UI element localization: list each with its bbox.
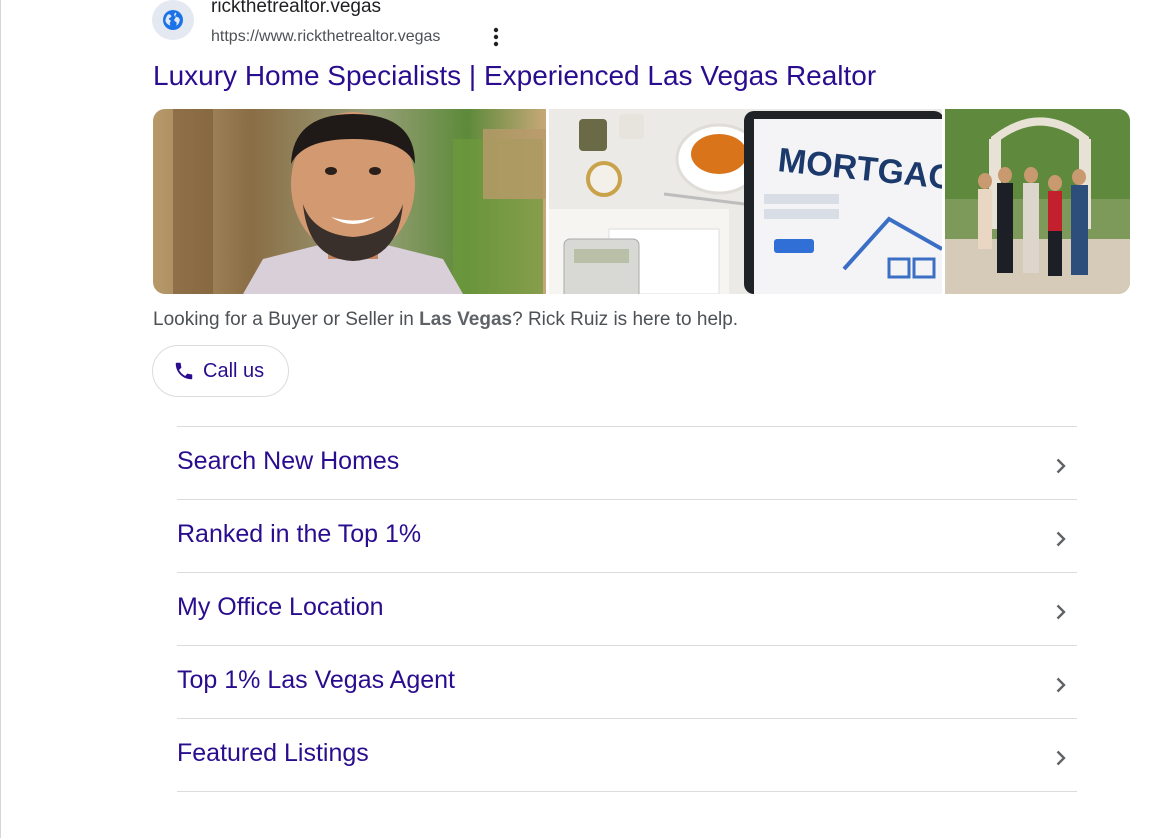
chevron-right-icon bbox=[1051, 529, 1071, 549]
phone-icon bbox=[175, 362, 193, 380]
result-snippet: Looking for a Buyer or Seller in Las Veg… bbox=[153, 309, 738, 331]
sitelink-label: Ranked in the Top 1% bbox=[177, 520, 422, 548]
snippet-text-before: Looking for a Buyer or Seller in bbox=[153, 309, 420, 330]
sitelink-label: Featured Listings bbox=[177, 739, 369, 767]
sitelinks-list: Search New Homes Ranked in the Top 1% My… bbox=[177, 426, 1077, 792]
call-us-button[interactable]: Call us bbox=[152, 345, 289, 397]
chevron-right-icon bbox=[1051, 748, 1071, 768]
sitelink-office-location[interactable]: My Office Location bbox=[177, 573, 1077, 646]
call-us-label: Call us bbox=[203, 359, 265, 382]
sitelink-featured-listings[interactable]: Featured Listings bbox=[177, 719, 1077, 792]
sitelink-label: My Office Location bbox=[177, 593, 384, 621]
image-strip: MORTGAG bbox=[153, 109, 1130, 294]
site-favicon[interactable] bbox=[152, 0, 194, 40]
snippet-bold-term: Las Vegas bbox=[419, 309, 513, 330]
search-result-page: rickthetrealtor.vegas https://www.rickth… bbox=[0, 0, 1156, 838]
more-vert-icon bbox=[493, 27, 499, 47]
sitelink-ranked-top-1[interactable]: Ranked in the Top 1% bbox=[177, 500, 1077, 573]
result-title-link[interactable]: Luxury Home Specialists | Experienced La… bbox=[153, 60, 876, 92]
sitelink-top-agent[interactable]: Top 1% Las Vegas Agent bbox=[177, 646, 1077, 719]
sitelink-label: Search New Homes bbox=[177, 447, 400, 475]
sitelink-search-new-homes[interactable]: Search New Homes bbox=[177, 427, 1077, 500]
more-options-button[interactable] bbox=[485, 25, 507, 49]
globe-icon bbox=[163, 10, 183, 30]
snippet-text-after: ? Rick Ruiz is here to help. bbox=[512, 309, 739, 330]
chevron-right-icon bbox=[1051, 602, 1071, 622]
site-url[interactable]: https://www.rickthetrealtor.vegas bbox=[211, 28, 440, 46]
sitelink-label: Top 1% Las Vegas Agent bbox=[177, 666, 455, 694]
team-photo-image[interactable] bbox=[945, 109, 1130, 294]
realtor-portrait-image[interactable] bbox=[153, 109, 546, 294]
chevron-right-icon bbox=[1051, 456, 1071, 476]
site-name[interactable]: rickthetrealtor.vegas bbox=[211, 0, 381, 18]
mortgage-laptop-image[interactable]: MORTGAG bbox=[549, 109, 942, 294]
chevron-right-icon bbox=[1051, 675, 1071, 695]
